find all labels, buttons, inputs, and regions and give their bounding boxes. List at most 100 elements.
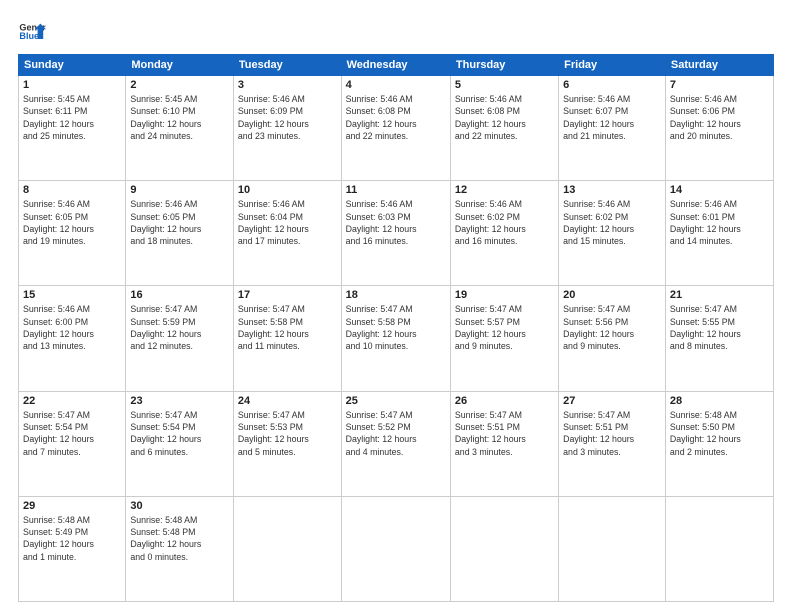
day-number: 11 xyxy=(346,184,446,196)
day-cell-10: 10Sunrise: 5:46 AMSunset: 6:04 PMDayligh… xyxy=(233,181,341,286)
day-number: 30 xyxy=(130,500,229,512)
page: General Blue SundayMondayTuesdayWednesda… xyxy=(0,0,792,612)
day-number: 3 xyxy=(238,79,337,91)
day-info: Sunrise: 5:47 AMSunset: 5:58 PMDaylight:… xyxy=(346,303,446,352)
day-cell-25: 25 Sunrise: 5:47 AMSunset: 5:52 PMDayligh… xyxy=(341,391,450,496)
week-row-4: 22 Sunrise: 5:47 AMSunset: 5:54 PMDayligh… xyxy=(19,391,774,496)
day-info: Sunrise: 5:48 AMSunset: 5:50 PMDaylight:… xyxy=(670,409,769,458)
logo-icon: General Blue xyxy=(18,18,46,46)
day-number: 8 xyxy=(23,184,121,196)
day-info: Sunrise: 5:48 AMSunset: 5:49 PMDaylight:… xyxy=(23,514,121,563)
day-number: 21 xyxy=(670,289,769,301)
empty-cell xyxy=(341,496,450,601)
day-cell-3: 3 Sunrise: 5:46 AMSunset: 6:09 PMDaylight… xyxy=(233,76,341,181)
day-info: Sunrise: 5:47 AMSunset: 5:55 PMDaylight:… xyxy=(670,303,769,352)
day-cell-15: 15Sunrise: 5:46 AMSunset: 6:00 PMDayligh… xyxy=(19,286,126,391)
day-number: 2 xyxy=(130,79,229,91)
day-number: 17 xyxy=(238,289,337,301)
day-number: 7 xyxy=(670,79,769,91)
day-cell-24: 24 Sunrise: 5:47 AMSunset: 5:53 PMDayligh… xyxy=(233,391,341,496)
day-info: Sunrise: 5:46 AMSunset: 6:05 PMDaylight:… xyxy=(130,198,229,247)
day-number: 22 xyxy=(23,395,121,407)
day-cell-6: 6 Sunrise: 5:46 AMSunset: 6:07 PMDaylight… xyxy=(559,76,666,181)
weekday-header-saturday: Saturday xyxy=(665,55,773,76)
day-cell-22: 22 Sunrise: 5:47 AMSunset: 5:54 PMDayligh… xyxy=(19,391,126,496)
day-cell-18: 18 Sunrise: 5:47 AMSunset: 5:58 PMDayligh… xyxy=(341,286,450,391)
day-number: 24 xyxy=(238,395,337,407)
day-cell-12: 12 Sunrise: 5:46 AMSunset: 6:02 PMDayligh… xyxy=(450,181,558,286)
day-number: 20 xyxy=(563,289,661,301)
day-info: Sunrise: 5:47 AMSunset: 5:52 PMDaylight:… xyxy=(346,409,446,458)
day-cell-4: 4 Sunrise: 5:46 AMSunset: 6:08 PMDaylight… xyxy=(341,76,450,181)
day-info: Sunrise: 5:47 AMSunset: 5:56 PMDaylight:… xyxy=(563,303,661,352)
day-number: 25 xyxy=(346,395,446,407)
day-cell-27: 27 Sunrise: 5:47 AMSunset: 5:51 PMDayligh… xyxy=(559,391,666,496)
empty-cell xyxy=(233,496,341,601)
day-number: 28 xyxy=(670,395,769,407)
day-cell-16: 16 Sunrise: 5:47 AMSunset: 5:59 PMDayligh… xyxy=(126,286,234,391)
day-number: 23 xyxy=(130,395,229,407)
day-info: Sunrise: 5:47 AMSunset: 5:59 PMDaylight:… xyxy=(130,303,229,352)
day-cell-20: 20 Sunrise: 5:47 AMSunset: 5:56 PMDayligh… xyxy=(559,286,666,391)
day-number: 4 xyxy=(346,79,446,91)
day-info: Sunrise: 5:47 AMSunset: 5:58 PMDaylight:… xyxy=(238,303,337,352)
day-cell-26: 26Sunrise: 5:47 AMSunset: 5:51 PMDayligh… xyxy=(450,391,558,496)
day-number: 12 xyxy=(455,184,554,196)
day-number: 29 xyxy=(23,500,121,512)
day-info: Sunrise: 5:46 AMSunset: 6:01 PMDaylight:… xyxy=(670,198,769,247)
day-info: Sunrise: 5:46 AMSunset: 6:00 PMDaylight:… xyxy=(23,303,121,352)
day-info: Sunrise: 5:47 AMSunset: 5:51 PMDaylight:… xyxy=(455,409,554,458)
day-number: 18 xyxy=(346,289,446,301)
empty-cell xyxy=(559,496,666,601)
day-info: Sunrise: 5:45 AMSunset: 6:10 PMDaylight:… xyxy=(130,93,229,142)
day-cell-5: 5Sunrise: 5:46 AMSunset: 6:08 PMDaylight… xyxy=(450,76,558,181)
day-info: Sunrise: 5:46 AMSunset: 6:02 PMDaylight:… xyxy=(455,198,554,247)
day-number: 13 xyxy=(563,184,661,196)
day-info: Sunrise: 5:48 AMSunset: 5:48 PMDaylight:… xyxy=(130,514,229,563)
day-number: 14 xyxy=(670,184,769,196)
day-cell-9: 9 Sunrise: 5:46 AMSunset: 6:05 PMDaylight… xyxy=(126,181,234,286)
day-info: Sunrise: 5:46 AMSunset: 6:09 PMDaylight:… xyxy=(238,93,337,142)
day-cell-28: 28 Sunrise: 5:48 AMSunset: 5:50 PMDayligh… xyxy=(665,391,773,496)
weekday-header-wednesday: Wednesday xyxy=(341,55,450,76)
day-cell-2: 2 Sunrise: 5:45 AMSunset: 6:10 PMDaylight… xyxy=(126,76,234,181)
day-info: Sunrise: 5:46 AMSunset: 6:05 PMDaylight:… xyxy=(23,198,121,247)
day-info: Sunrise: 5:46 AMSunset: 6:06 PMDaylight:… xyxy=(670,93,769,142)
day-info: Sunrise: 5:47 AMSunset: 5:53 PMDaylight:… xyxy=(238,409,337,458)
calendar-table: SundayMondayTuesdayWednesdayThursdayFrid… xyxy=(18,54,774,602)
day-number: 27 xyxy=(563,395,661,407)
day-info: Sunrise: 5:47 AMSunset: 5:51 PMDaylight:… xyxy=(563,409,661,458)
weekday-header-monday: Monday xyxy=(126,55,234,76)
day-number: 6 xyxy=(563,79,661,91)
header: General Blue xyxy=(18,18,774,46)
week-row-3: 15Sunrise: 5:46 AMSunset: 6:00 PMDayligh… xyxy=(19,286,774,391)
day-number: 9 xyxy=(130,184,229,196)
week-row-5: 29 Sunrise: 5:48 AMSunset: 5:49 PMDayligh… xyxy=(19,496,774,601)
day-info: Sunrise: 5:46 AMSunset: 6:08 PMDaylight:… xyxy=(346,93,446,142)
day-cell-23: 23Sunrise: 5:47 AMSunset: 5:54 PMDayligh… xyxy=(126,391,234,496)
logo: General Blue xyxy=(18,18,46,46)
week-row-1: 1Sunrise: 5:45 AMSunset: 6:11 PMDaylight… xyxy=(19,76,774,181)
day-number: 10 xyxy=(238,184,337,196)
weekday-header-row: SundayMondayTuesdayWednesdayThursdayFrid… xyxy=(19,55,774,76)
day-cell-29: 29 Sunrise: 5:48 AMSunset: 5:49 PMDayligh… xyxy=(19,496,126,601)
weekday-header-sunday: Sunday xyxy=(19,55,126,76)
week-row-2: 8 Sunrise: 5:46 AMSunset: 6:05 PMDaylight… xyxy=(19,181,774,286)
day-cell-8: 8 Sunrise: 5:46 AMSunset: 6:05 PMDaylight… xyxy=(19,181,126,286)
day-cell-21: 21 Sunrise: 5:47 AMSunset: 5:55 PMDayligh… xyxy=(665,286,773,391)
day-cell-7: 7 Sunrise: 5:46 AMSunset: 6:06 PMDaylight… xyxy=(665,76,773,181)
day-number: 1 xyxy=(23,79,121,91)
day-info: Sunrise: 5:46 AMSunset: 6:03 PMDaylight:… xyxy=(346,198,446,247)
weekday-header-tuesday: Tuesday xyxy=(233,55,341,76)
day-cell-30: 30 Sunrise: 5:48 AMSunset: 5:48 PMDayligh… xyxy=(126,496,234,601)
day-number: 5 xyxy=(455,79,554,91)
empty-cell xyxy=(665,496,773,601)
day-cell-1: 1Sunrise: 5:45 AMSunset: 6:11 PMDaylight… xyxy=(19,76,126,181)
day-cell-19: 19Sunrise: 5:47 AMSunset: 5:57 PMDayligh… xyxy=(450,286,558,391)
day-cell-11: 11 Sunrise: 5:46 AMSunset: 6:03 PMDayligh… xyxy=(341,181,450,286)
day-number: 16 xyxy=(130,289,229,301)
day-info: Sunrise: 5:46 AMSunset: 6:07 PMDaylight:… xyxy=(563,93,661,142)
day-info: Sunrise: 5:47 AMSunset: 5:54 PMDaylight:… xyxy=(23,409,121,458)
weekday-header-thursday: Thursday xyxy=(450,55,558,76)
day-cell-17: 17 Sunrise: 5:47 AMSunset: 5:58 PMDayligh… xyxy=(233,286,341,391)
